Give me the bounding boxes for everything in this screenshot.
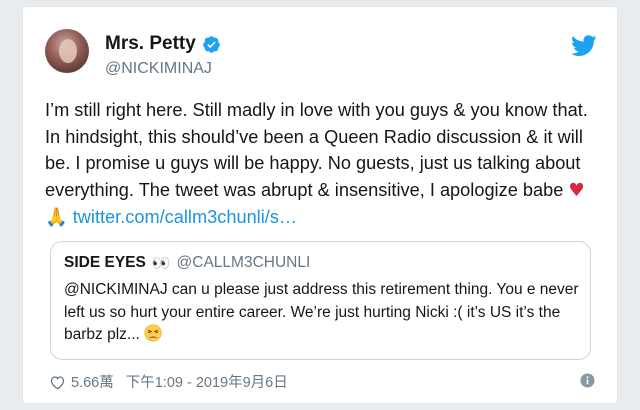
avatar[interactable] (45, 29, 89, 73)
tweet-footer: 5.66萬 下午1:09 - 2019年9月6日 (49, 371, 288, 392)
heart-outline-icon[interactable] (49, 374, 66, 390)
twitter-bird-icon[interactable] (571, 35, 597, 57)
praying-hands-emoji: 🙏 (45, 207, 68, 228)
red-heart-emoji: ♥ (568, 179, 585, 201)
author-display-name[interactable]: Mrs. Petty (105, 33, 196, 55)
tweet-body: I’m still right here. Still madly in lov… (45, 97, 605, 232)
quoted-author-name: SIDE EYES (64, 254, 146, 271)
quoted-tweet-body: @NICKIMINAJ can u please just address th… (64, 279, 580, 347)
author-handle[interactable]: @NICKIMINAJ (105, 60, 212, 78)
tweet-timestamp[interactable]: 下午1:09 - 2019年9月6日 (126, 371, 288, 392)
quoted-tweet-header: SIDE EYES 👀 @CALLM3CHUNLI (64, 254, 310, 272)
info-icon[interactable] (580, 373, 595, 388)
tweet-card: Mrs. Petty @NICKIMINAJ I’m still right h… (22, 6, 618, 404)
weary-face-icon (144, 324, 162, 342)
tweet-link[interactable]: twitter.com/callm3chunli/s… (73, 207, 297, 227)
tweet-text: I’m still right here. Still madly in lov… (45, 100, 588, 200)
quoted-tweet-text: @NICKIMINAJ can u please just address th… (64, 281, 579, 343)
author-name-row: Mrs. Petty (105, 33, 221, 55)
eyes-emoji: 👀 (151, 254, 171, 272)
quoted-author-handle: @CALLM3CHUNLI (176, 254, 311, 271)
like-count[interactable]: 5.66萬 (71, 371, 114, 392)
verified-badge-icon (203, 35, 220, 53)
quoted-tweet[interactable]: SIDE EYES 👀 @CALLM3CHUNLI @NICKIMINAJ ca… (50, 241, 591, 360)
